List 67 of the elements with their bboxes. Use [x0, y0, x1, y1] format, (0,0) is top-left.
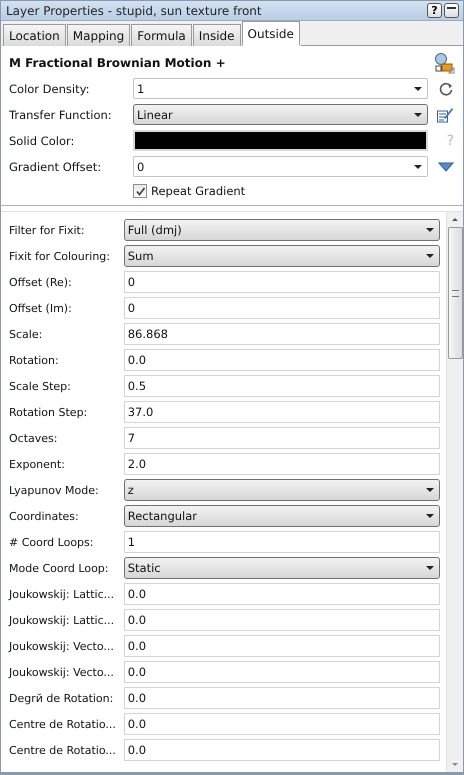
tab[interactable]: Formula	[131, 24, 192, 46]
input-field[interactable]: 0.0	[124, 583, 440, 605]
field-label: Mode Coord Loop:	[9, 562, 110, 574]
field-label: Filter for Fixit:	[9, 224, 86, 236]
dropdown[interactable]: Linear	[133, 104, 428, 125]
field-label: Fixit for Colouring:	[9, 250, 111, 262]
field-label: Joukowskij: Vecto...	[9, 666, 115, 678]
minimize-button[interactable]	[444, 3, 459, 18]
input-field[interactable]: 1	[124, 531, 440, 553]
tab[interactable]: Outside	[242, 21, 300, 46]
dropdown[interactable]: z	[124, 479, 440, 501]
field-label: Scale:	[9, 328, 44, 340]
field-label: Centre de Rotatio...	[9, 718, 117, 730]
input-field[interactable]: 37.0	[124, 401, 440, 423]
dropdown[interactable]: Static	[124, 557, 440, 579]
browse-icon[interactable]	[433, 52, 455, 74]
dropdown[interactable]: Full (dmj)	[124, 219, 440, 241]
field-label: Centre de Rotatio...	[9, 744, 117, 756]
help-icon: ?	[446, 132, 454, 148]
dropdown[interactable]: Sum	[124, 245, 440, 267]
window-title: Layer Properties - stupid, sun texture front	[6, 4, 263, 18]
input-field[interactable]: 2.0	[124, 453, 440, 475]
input-field[interactable]: 0.0	[124, 661, 440, 683]
field-label: Solid Color:	[9, 134, 76, 148]
checkbox[interactable]	[133, 184, 147, 198]
input-field[interactable]: 0	[124, 271, 440, 293]
input-field[interactable]: 0.0	[124, 609, 440, 631]
input-field[interactable]: 0.0	[124, 635, 440, 657]
field-label: # Coord Loops:	[9, 536, 94, 548]
field-label: Transfer Function:	[9, 108, 113, 122]
combo-field[interactable]: 0	[133, 156, 428, 177]
formula-title: M Fractional Brownian Motion +	[9, 56, 226, 70]
reset-icon[interactable]	[438, 80, 454, 96]
combo-field[interactable]: 1	[133, 78, 428, 99]
field-label: Offset (Im):	[9, 302, 73, 314]
dropdown[interactable]: Rectangular	[124, 505, 440, 527]
field-label: Joukowskij: Lattic...	[9, 614, 116, 626]
checkbox-label: Repeat Gradient	[151, 184, 246, 198]
field-label: Scale Step:	[9, 380, 72, 392]
input-field[interactable]: 0.0	[124, 713, 440, 735]
down-arrow-icon[interactable]	[438, 162, 454, 172]
edit-icon[interactable]	[436, 106, 454, 124]
help-button[interactable]: ?	[427, 3, 442, 18]
field-label: Octaves:	[9, 432, 58, 444]
field-label: Coordinates:	[9, 510, 80, 522]
tab[interactable]: Location	[3, 24, 66, 46]
input-field[interactable]: 86.868	[124, 323, 440, 345]
field-label: Offset (Re):	[9, 276, 73, 288]
tab[interactable]: Inside	[192, 24, 241, 46]
field-label: Rotation Step:	[9, 406, 88, 418]
field-label: Color Density:	[9, 82, 90, 96]
input-field[interactable]: 0.0	[124, 349, 440, 371]
input-field[interactable]: 0.5	[124, 375, 440, 397]
input-field[interactable]: 7	[124, 427, 440, 449]
field-label: Gradient Offset:	[9, 160, 102, 174]
field-label: Degrй de Rotation:	[9, 692, 114, 704]
input-field[interactable]: 0	[124, 297, 440, 319]
field-label: Rotation:	[9, 354, 60, 366]
field-label: Exponent:	[9, 458, 66, 470]
color-swatch[interactable]	[133, 130, 428, 151]
input-field[interactable]: 0.0	[124, 739, 440, 761]
scrollbar[interactable]	[446, 212, 463, 772]
field-label: Joukowskij: Lattic...	[9, 588, 116, 600]
field-label: Lyapunov Mode:	[9, 484, 100, 496]
input-field[interactable]: 0.0	[124, 687, 440, 709]
tab[interactable]: Mapping	[66, 24, 130, 46]
field-label: Joukowskij: Vecto...	[9, 640, 115, 652]
